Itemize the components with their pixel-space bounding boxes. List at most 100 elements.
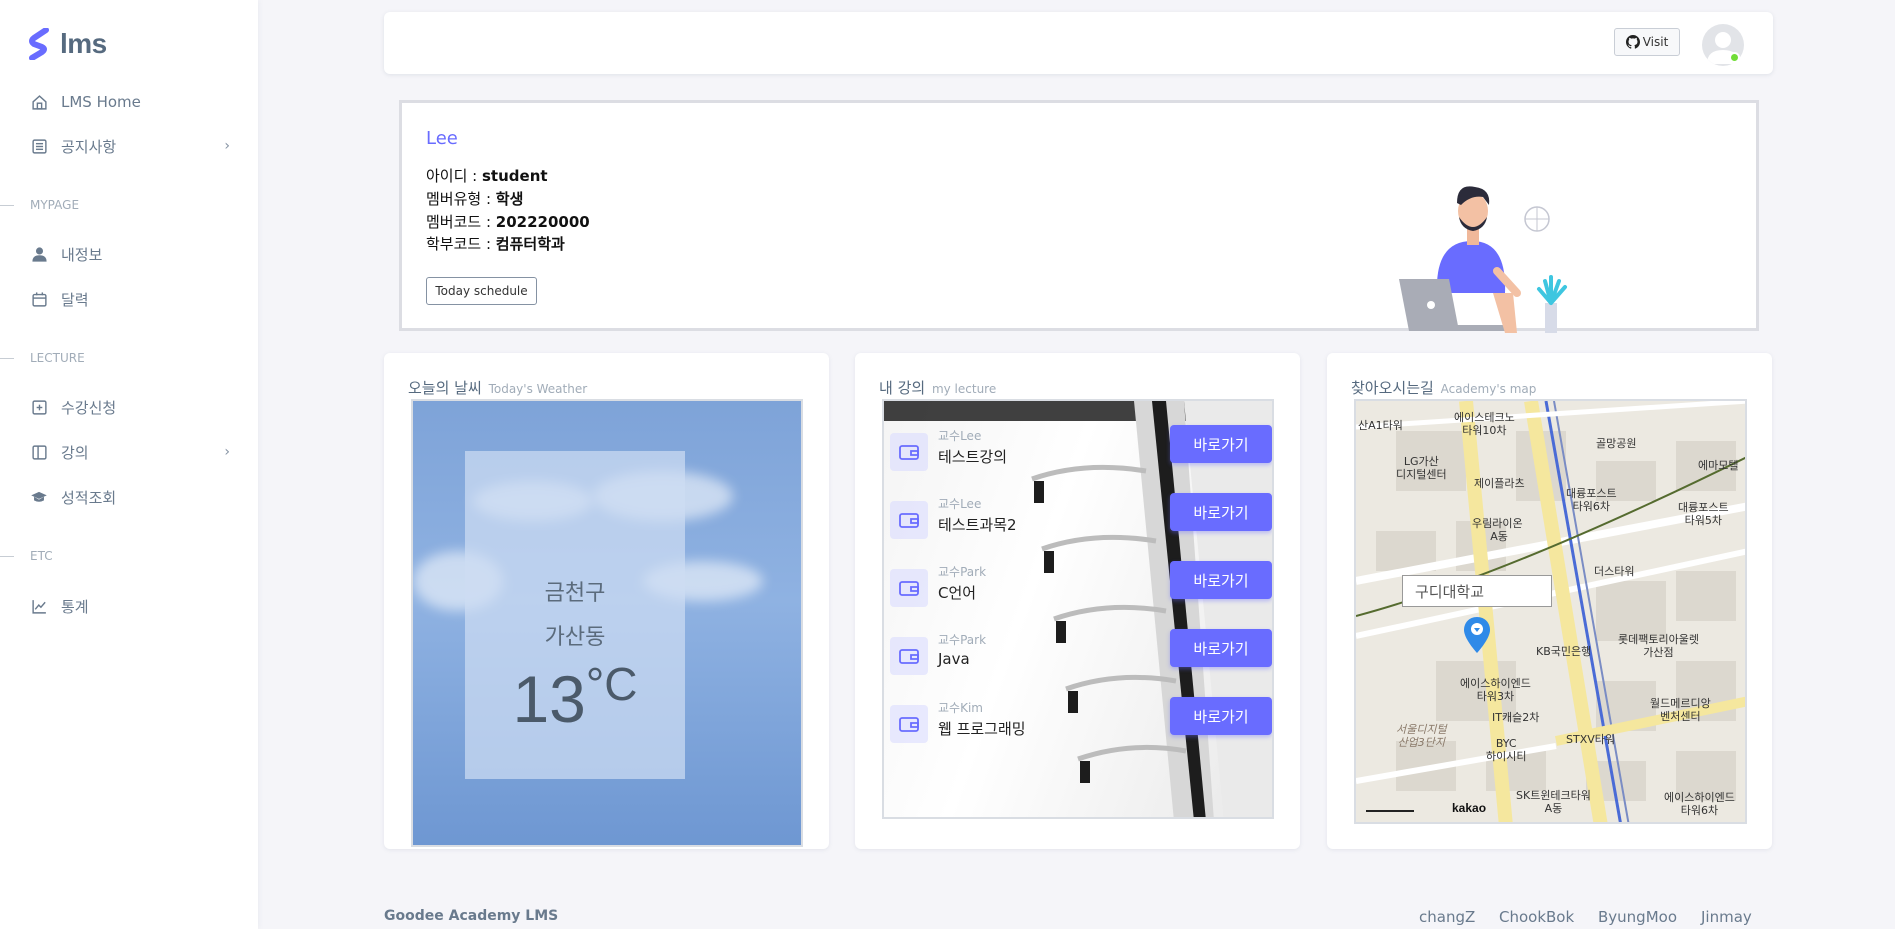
home-icon (30, 93, 48, 111)
line-chart-icon (30, 597, 48, 615)
lecture-name: 테스트과목2 (938, 516, 1017, 534)
wallet-icon (890, 501, 928, 539)
plus-square-icon (30, 398, 48, 416)
lecture-name: C언어 (938, 584, 977, 602)
lecture-name: Java (938, 650, 970, 668)
sidebar-item-myinfo[interactable]: 내정보 (30, 239, 230, 269)
sidebar-item-grades[interactable]: 성적조회 (30, 482, 230, 512)
map-place-infowindow: 구디대학교 (1402, 575, 1552, 607)
map-marker-icon[interactable] (1464, 617, 1490, 653)
map-place-label: 롯데팩토리아울렛 가산점 (1618, 633, 1699, 659)
map-place-label: 우림라이온 A동 (1472, 517, 1523, 543)
map-place-label: 대륭포스트 타워5차 (1678, 501, 1729, 527)
developer-illustration (1399, 186, 1567, 333)
weather-info: 금천구 가산동 13°C (465, 451, 685, 779)
go-to-lecture-button[interactable]: 바로가기 (1170, 493, 1272, 531)
wallet-icon (890, 433, 928, 471)
sidebar-item-label: 달력 (61, 290, 89, 309)
menu-header-lecture: LECTURE (0, 350, 230, 366)
sidebar-item-label: 통계 (61, 597, 89, 616)
book-icon (30, 443, 48, 461)
kakao-logo: kakao (1452, 801, 1487, 815)
lecture-card-title: 내 강의 my lecture (879, 379, 997, 397)
sidebar-item-label: 공지사항 (61, 137, 117, 156)
list-icon (30, 137, 48, 155)
map-place-label: STXV타워 (1566, 733, 1616, 746)
sidebar-item-calendar[interactable]: 달력 (30, 284, 230, 314)
go-to-lecture-button[interactable]: 바로가기 (1170, 629, 1272, 667)
graduation-cap-icon (30, 488, 48, 506)
profile-field-member-code: 멤버코드 : 202220000 (426, 213, 590, 231)
sidebar-item-label: 강의 (61, 443, 89, 462)
map-card: 찾아오시는길 Academy's map 산A1타워 에이스테크노 타워10차 … (1327, 353, 1772, 849)
sidebar-item-label: 성적조회 (61, 488, 117, 507)
map-place-label: 에이스하이엔드 타워6차 (1664, 791, 1735, 817)
go-to-lecture-button[interactable]: 바로가기 (1170, 697, 1272, 735)
lecture-name: 테스트강의 (938, 448, 1008, 466)
calendar-icon (30, 290, 48, 308)
brand-name: lms (60, 28, 107, 59)
online-status-dot (1729, 52, 1740, 63)
sidebar-item-lecture[interactable]: 강의 › (30, 437, 230, 467)
wallet-icon (890, 705, 928, 743)
weather-city: 금천구 (544, 581, 606, 606)
profile-name: Lee (426, 128, 458, 149)
map-place-label: 서울디지털 산업3단지 (1396, 723, 1447, 749)
profile-field-member-type: 멤버유형 : 학생 (426, 190, 524, 208)
chevron-right-icon: › (224, 444, 230, 460)
map-place-label: 에이스테크노 타워10차 (1454, 411, 1515, 437)
footer-link-byungmoo[interactable]: ByungMoo (1598, 908, 1677, 926)
lecture-professor: 교수Kim (938, 701, 983, 715)
lecture-row: 교수Lee 테스트강의 바로가기 (884, 425, 1272, 475)
go-to-lecture-button[interactable]: 바로가기 (1170, 425, 1272, 463)
github-icon (1625, 35, 1640, 49)
sidebar-item-stats[interactable]: 통계 (30, 591, 230, 621)
weather-temperature: 13°C (512, 658, 638, 736)
footer-link-jinmay[interactable]: Jinmay (1701, 908, 1752, 926)
sidebar-item-notice[interactable]: 공지사항 › (30, 131, 230, 161)
wallet-icon (890, 569, 928, 607)
map-card-title: 찾아오시는길 Academy's map (1351, 379, 1537, 397)
lecture-professor: 교수Lee (938, 497, 982, 511)
map-place-label: 산A1타워 (1358, 419, 1403, 432)
lecture-row: 교수Park Java 바로가기 (884, 629, 1272, 679)
map-place-label: 더스타워 (1594, 565, 1635, 578)
profile-card: Lee 아이디 : student 멤버유형 : 학생 멤버코드 : 20222… (399, 100, 1759, 333)
footer-link-chookbok[interactable]: ChookBok (1499, 908, 1574, 926)
weather-card-title: 오늘의 날씨 Today's Weather (408, 379, 588, 397)
weather-panel: 금천구 가산동 13°C (411, 399, 803, 847)
sidebar-item-lms-home[interactable]: LMS Home (30, 87, 230, 117)
map-place-label: LG가산 디지털센터 (1396, 455, 1447, 481)
lecture-row: 교수Lee 테스트과목2 바로가기 (884, 493, 1272, 543)
map-place-label: BYC 하이시티 (1486, 737, 1527, 763)
sidebar-item-enroll[interactable]: 수강신청 (30, 392, 230, 422)
sidebar-item-label: 수강신청 (61, 398, 117, 417)
top-navbar (384, 12, 1773, 74)
menu-header-etc: ETC (0, 548, 230, 564)
map-place-label: 에이스하이엔드 타워3차 (1460, 677, 1531, 703)
go-to-lecture-button[interactable]: 바로가기 (1170, 561, 1272, 599)
lecture-professor: 교수Park (938, 633, 987, 647)
footer-brand: Goodee Academy LMS (384, 908, 559, 924)
profile-field-dept-code: 학부코드 : 컴퓨터학과 (426, 235, 565, 253)
menu-header-mypage: MYPAGE (0, 197, 230, 213)
lms-logo-icon (29, 28, 49, 60)
profile-field-id: 아이디 : student (426, 167, 548, 185)
lecture-list: 교수Lee 테스트강의 바로가기 교수Lee 테스트과목2 바로가기 교수Par… (882, 399, 1274, 819)
wallet-icon (890, 637, 928, 675)
kakao-map[interactable]: 산A1타워 에이스테크노 타워10차 골망공원 에마모텔 LG가산 디지털센터 … (1354, 399, 1747, 824)
map-place-label: 제이플라츠 (1474, 477, 1525, 490)
chevron-right-icon: › (224, 138, 230, 154)
brand[interactable]: lms (28, 28, 107, 60)
map-place-label: SK트윈테크타워 A동 (1516, 789, 1591, 815)
sidebar: lms LMS Home 공지사항 › MYPAGE 내정보 달력 LECTUR… (0, 0, 258, 929)
lecture-professor: 교수Lee (938, 429, 982, 443)
map-place-label: KB국민은행 (1536, 645, 1592, 658)
footer-link-changz[interactable]: changZ (1419, 908, 1475, 926)
today-schedule-button[interactable]: Today schedule (426, 277, 537, 305)
lecture-name: 웹 프로그래밍 (938, 720, 1026, 738)
visit-button[interactable]: Visit (1614, 28, 1680, 56)
map-place-label: 월드메르디앙 벤처센터 (1650, 697, 1711, 723)
sidebar-item-label: 내정보 (61, 245, 103, 264)
lecture-professor: 교수Park (938, 565, 987, 579)
